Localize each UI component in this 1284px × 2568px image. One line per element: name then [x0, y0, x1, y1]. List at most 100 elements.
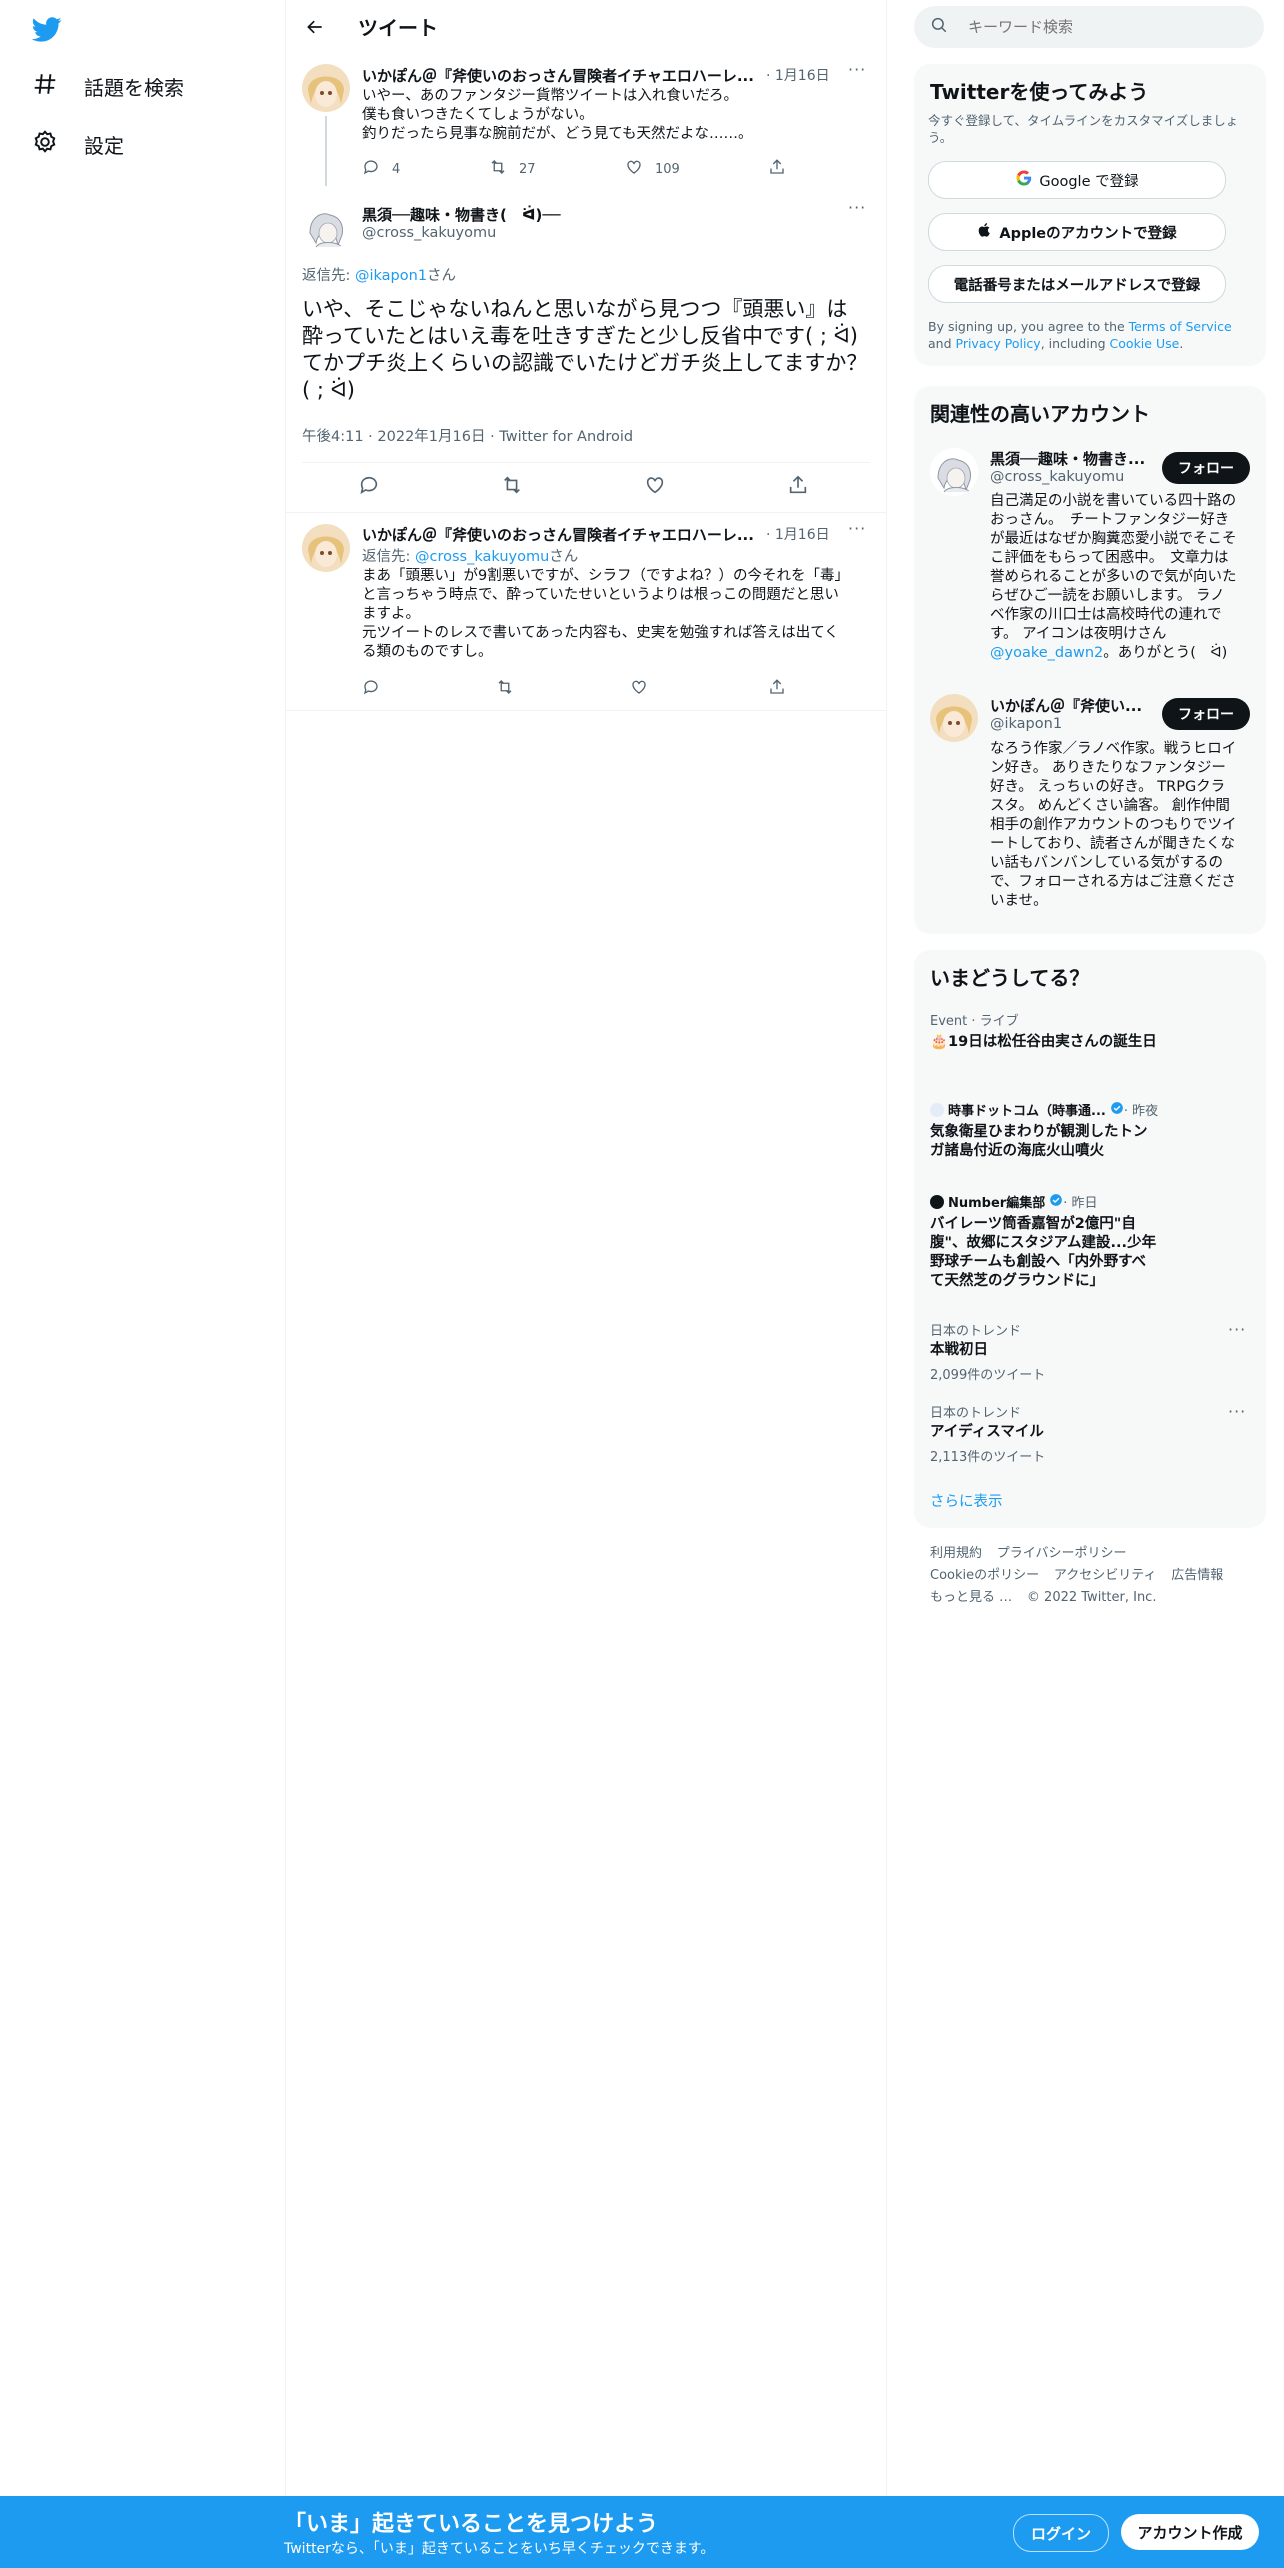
search-input[interactable]	[966, 17, 1240, 37]
apple-signup-button[interactable]: Appleのアカウントで登録	[928, 213, 1226, 251]
footer-link-cookie[interactable]: Cookieのポリシー	[930, 1568, 1039, 1583]
account-name[interactable]: いかぽん＠『斧使い...	[990, 695, 1145, 716]
tweet-meta[interactable]: 午後4:11 · 2022年1月16日 · Twitter for Androi…	[302, 425, 633, 446]
trend-meta: 日本のトレンド	[930, 1406, 1022, 1421]
account-name[interactable]: 黒須──趣味・物書き...	[990, 448, 1160, 469]
bio-line: ベ作家の川口士は高校時代の連れで	[990, 607, 1222, 623]
back-arrow-icon[interactable]	[298, 10, 332, 44]
bio-line: なろう作家／ラノベ作家。戦うヒロイ	[990, 741, 1237, 757]
twitter-bird-icon[interactable]	[31, 14, 62, 44]
google-signup-button[interactable]: Google で登録	[928, 161, 1226, 199]
reply-to-link[interactable]: @cross_kakuyomu	[415, 549, 549, 565]
parent-tweet[interactable]: いかぽん＠『斧使いのおっさん冒険者イチャエロハーレ... · 1月16日 ···…	[286, 56, 886, 186]
like-button[interactable]: 109	[625, 158, 680, 180]
related-title: 関連性の高いアカウント	[930, 402, 1150, 426]
trend-item[interactable]: 時事ドットコム（時事通... · 昨夜 気象衛星ひまわりが観測したトン ガ諸島付…	[930, 1100, 1250, 1161]
bio-line: で、フォローされる方はご注意くださ	[990, 874, 1236, 890]
trend-count: 2,099件のツイート	[930, 1368, 1046, 1383]
footer-link-terms[interactable]: 利用規約	[930, 1546, 982, 1561]
account-handle[interactable]: @ikapon1	[990, 716, 1062, 732]
trend-line: ガ諸島付近の海底火山噴火	[930, 1143, 1104, 1159]
privacy-link[interactable]: Privacy Policy	[956, 336, 1041, 351]
tweet-line: ますよ。	[362, 606, 420, 622]
more-icon[interactable]: ···	[1228, 1320, 1246, 1339]
more-icon[interactable]: ···	[848, 198, 866, 217]
heart-icon[interactable]	[630, 678, 648, 700]
more-icon[interactable]: ···	[848, 519, 866, 538]
bio-mention-link[interactable]: @yoake_dawn2	[990, 645, 1103, 661]
footer-link-more[interactable]: もっと見る …	[930, 1590, 1012, 1605]
retweet-button[interactable]: 27	[489, 158, 536, 180]
tweet-author-name[interactable]: いかぽん＠『斧使いのおっさん冒険者イチャエロハーレ...	[362, 65, 757, 86]
nav-explore[interactable]: 話題を検索	[32, 66, 184, 106]
reply-to-link[interactable]: @ikapon1	[355, 268, 427, 284]
tweet-author-name[interactable]: いかぽん＠『斧使いのおっさん冒険者イチャエロハーレ...	[362, 524, 757, 545]
trend-source-row: Number編集部 · 昨日	[930, 1192, 1250, 1211]
reply-icon[interactable]	[358, 474, 380, 500]
reply-icon[interactable]	[362, 678, 380, 700]
trend-headline: 気象衛星ひまわりが観測したトン ガ諸島付近の海底火山噴火	[930, 1123, 1250, 1161]
share-icon[interactable]	[768, 678, 786, 700]
gear-icon	[32, 129, 58, 160]
cookie-link[interactable]: Cookie Use	[1110, 336, 1180, 351]
more-icon[interactable]: ···	[848, 60, 866, 79]
trend-item[interactable]: Number編集部 · 昨日 バイレーツ筒香嘉智が2億円"自 腹"、故郷にスタジ…	[930, 1192, 1250, 1291]
account-bio: なろう作家／ラノベ作家。戦うヒロイ ン好き。 ありきたりなファンタジー 好き。 …	[990, 740, 1252, 911]
tweet-date[interactable]: · 1月16日	[766, 65, 830, 85]
apple-icon	[977, 222, 993, 242]
retweet-icon[interactable]	[496, 678, 514, 700]
bio-line: ン好き。 ありきたりなファンタジー	[990, 760, 1226, 776]
search-icon	[930, 16, 948, 38]
avatar-cross[interactable]	[302, 203, 350, 251]
trend-item[interactable]: 日本のトレンド アイディスマイル 2,113件のツイート	[930, 1402, 1250, 1465]
reply-context: 返信先: @cross_kakuyomuさん	[362, 545, 578, 566]
nav-explore-label: 話題を検索	[84, 75, 184, 100]
legal-text: , including	[1040, 336, 1110, 351]
nav-settings[interactable]: 設定	[32, 124, 124, 164]
avatar-ikapon[interactable]	[930, 694, 978, 742]
heart-icon[interactable]	[644, 474, 666, 500]
google-icon	[1015, 169, 1033, 191]
trend-time: · 昨夜	[1123, 1104, 1159, 1119]
trend-line: バイレーツ筒香嘉智が2億円"自	[930, 1216, 1136, 1232]
follow-button[interactable]: フォロー	[1162, 452, 1250, 484]
follow-button[interactable]: フォロー	[1162, 698, 1250, 730]
trend-source: Number編集部	[948, 1196, 1046, 1211]
share-button[interactable]	[768, 158, 786, 180]
footer-link-accessibility[interactable]: アクセシビリティ	[1054, 1568, 1157, 1583]
share-icon	[768, 158, 786, 180]
reply-tweet[interactable]: いかぽん＠『斧使いのおっさん冒険者イチャエロハーレ... · 1月16日 ···…	[286, 514, 886, 710]
avatar-ikapon[interactable]	[302, 64, 350, 112]
divider	[302, 462, 870, 463]
tweet-author-handle[interactable]: @cross_kakuyomu	[362, 225, 496, 241]
footer-link-ads[interactable]: 広告情報	[1171, 1568, 1223, 1583]
trend-item[interactable]: Event · ライブ 🎂19日は松任谷由実さんの誕生日	[930, 1010, 1250, 1052]
tweet-date[interactable]: · 1月16日	[766, 524, 830, 544]
trend-title: アイディスマイル	[930, 1424, 1044, 1440]
reply-suffix: さん	[549, 549, 579, 565]
show-more-link[interactable]: さらに表示	[930, 1490, 1003, 1511]
tweet-author-name[interactable]: 黒須──趣味・物書き( ᐛ)──	[362, 204, 742, 225]
avatar-cross[interactable]	[930, 448, 978, 496]
heart-icon	[625, 158, 643, 180]
retweet-icon	[489, 158, 507, 180]
create-account-button[interactable]: アカウント作成	[1121, 2514, 1259, 2550]
search-box[interactable]	[914, 6, 1264, 48]
retweet-icon[interactable]	[501, 474, 523, 500]
share-icon[interactable]	[787, 474, 809, 500]
login-button[interactable]: ログイン	[1013, 2514, 1109, 2552]
avatar-ikapon[interactable]	[302, 524, 350, 572]
main-column: ツイート いかぽん＠『斧使いのおっさん冒険者イチャエロハーレ... · 1月16…	[285, 0, 887, 2568]
more-icon[interactable]: ···	[1228, 1402, 1246, 1421]
footer-link-privacy[interactable]: プライバシーポリシー	[997, 1546, 1127, 1561]
trend-item[interactable]: 日本のトレンド 本戦初日 2,099件のツイート	[930, 1320, 1250, 1383]
trends-title: いまどうしてる？	[930, 966, 1090, 990]
signup-subtitle-line: う。	[928, 130, 953, 145]
reply-button[interactable]: 4	[362, 158, 400, 180]
phone-email-signup-button[interactable]: 電話番号またはメールアドレスで登録	[928, 265, 1226, 303]
trend-title: 本戦初日	[930, 1342, 988, 1358]
account-handle[interactable]: @cross_kakuyomu	[990, 469, 1124, 485]
bio-line: 好き。 えっちぃの好き。 TRPGクラ	[990, 779, 1226, 795]
terms-link[interactable]: Terms of Service	[1129, 319, 1232, 334]
trend-title: 🎂19日は松任谷由実さんの誕生日	[930, 1034, 1157, 1050]
